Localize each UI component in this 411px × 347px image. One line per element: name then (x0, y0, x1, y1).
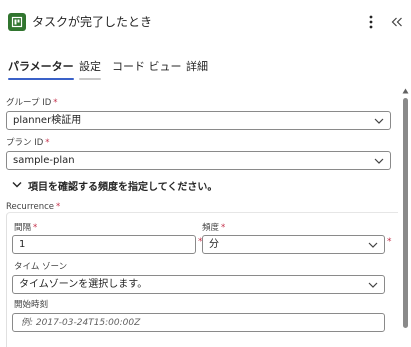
tab-label: パラメーター (8, 60, 74, 73)
start-time-placeholder: 例: 2017-03-24T15:00:00Z (21, 318, 141, 328)
interval-label: 間隔 * (14, 223, 38, 233)
tab-label: コード ビュー (112, 60, 182, 73)
start-time-label: 開始時刻 (14, 300, 49, 310)
frequency-section-toggle[interactable]: 項目を確認する頻度を指定してください。 (12, 178, 218, 193)
frequency-dropdown[interactable]: 分 (202, 235, 385, 254)
plan-id-label: プラン ID * (6, 138, 50, 148)
chevron-down-icon (12, 182, 22, 188)
tab-active-indicator (8, 78, 74, 80)
tab-bar: パラメーター 設定 コード ビュー 詳細 (0, 58, 411, 84)
frequency-label: 頻度 * (202, 223, 226, 233)
tab-code-view[interactable]: コード ビュー (112, 58, 182, 76)
parameters-panel: グループ ID * planner検証用 プラン ID * sample-plan … (0, 88, 400, 347)
more-vertical-icon[interactable] (364, 12, 378, 32)
chevron-down-icon (374, 118, 384, 124)
group-id-value: planner検証用 (13, 115, 82, 126)
tab-settings[interactable]: 設定 (79, 58, 101, 80)
tab-parameters[interactable]: パラメーター (8, 58, 74, 80)
scroll-thumb[interactable] (403, 98, 408, 328)
timezone-dropdown[interactable]: タイムゾーンを選択します。 (12, 275, 385, 294)
interval-value: 1 (19, 239, 26, 250)
tab-hover-indicator (79, 78, 101, 80)
plan-id-value: sample-plan (13, 155, 75, 166)
trigger-title: タスクが完了したとき (32, 15, 153, 29)
tab-label: 設定 (79, 60, 101, 73)
chevron-down-icon (368, 242, 378, 248)
group-id-dropdown[interactable]: planner検証用 (6, 111, 391, 130)
chevron-down-icon (374, 158, 384, 164)
timezone-label: タイム ゾーン (14, 262, 68, 272)
start-time-input[interactable]: 例: 2017-03-24T15:00:00Z (12, 313, 385, 332)
tab-label: 詳細 (186, 60, 208, 73)
scroll-up-icon[interactable] (402, 88, 409, 94)
group-id-label: グループ ID * (6, 98, 58, 108)
double-chevron-left-icon[interactable] (388, 12, 406, 32)
interval-input[interactable]: 1 (12, 235, 196, 254)
timezone-value: タイムゾーンを選択します。 (19, 279, 148, 290)
tab-details[interactable]: 詳細 (186, 58, 208, 76)
planner-icon (8, 13, 26, 31)
panel-header: タスクが完了したとき (0, 0, 411, 44)
chevron-down-icon (368, 282, 378, 288)
frequency-section-title: 項目を確認する頻度を指定してください。 (28, 181, 218, 193)
panel-scrollbar[interactable] (400, 88, 411, 347)
plan-id-dropdown[interactable]: sample-plan (6, 151, 391, 170)
frequency-value: 分 (209, 239, 219, 250)
frequency-required-marker: * (387, 237, 392, 247)
